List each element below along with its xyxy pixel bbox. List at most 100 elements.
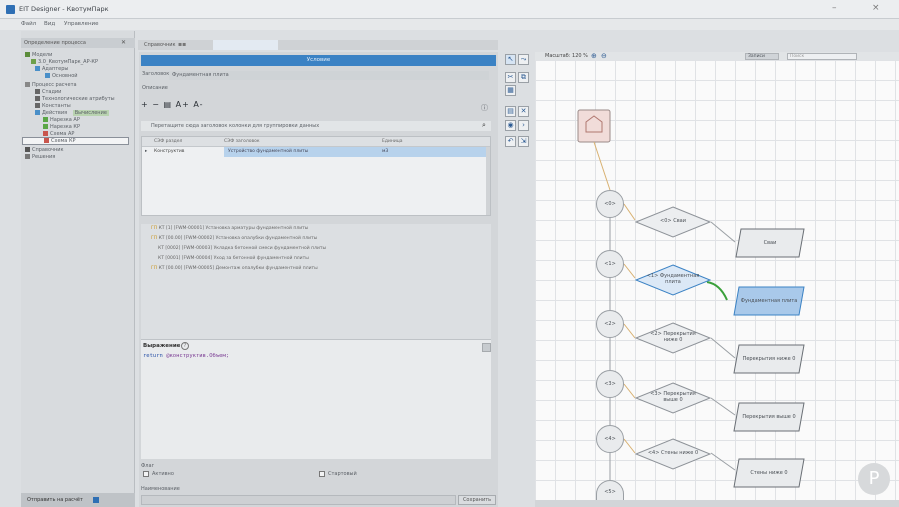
adapter-icon	[45, 73, 50, 78]
cut-tool-icon[interactable]: ✂	[505, 72, 516, 83]
column-header[interactable]: СЭФ заголовок	[224, 139, 260, 144]
floating-action-button[interactable]: P	[858, 463, 890, 495]
connect-tool-icon[interactable]: ⤳	[518, 54, 529, 65]
branch-node[interactable]: <4>	[596, 425, 624, 453]
code-line[interactable]: return @конструктив.Объем;	[143, 353, 229, 359]
rule-icon	[43, 124, 48, 129]
table-cell: Конструктив	[154, 149, 185, 154]
tree-item[interactable]: Основной	[45, 73, 78, 79]
tree-item-selected[interactable]: Схема КР	[22, 137, 129, 145]
diagram-canvas[interactable]: <0> <1> <2> <3> <4> <5> <0> Сваи <1> Фун…	[535, 60, 899, 507]
tree-item[interactable]: Действия Вычисление	[35, 110, 109, 116]
list-item[interactable]: КТ [0002] [FWM-00003] Укладка бетонной с…	[158, 246, 326, 251]
table-cell-selected: Устройство фундаментной плиты м3	[224, 147, 486, 157]
list-item[interactable]: ГП КТ [00.00] [FWM-00005] Демонтаж опалу…	[151, 266, 318, 271]
menu-bar: Файл Вид Управление	[0, 19, 899, 30]
decision-connectors	[623, 203, 636, 454]
tree-item[interactable]: Модели	[25, 52, 52, 58]
app-logo-icon	[6, 5, 15, 14]
menu-manage[interactable]: Управление	[64, 21, 99, 27]
tree-item[interactable]: Константы	[35, 103, 71, 109]
tree-item[interactable]: Решения	[25, 154, 55, 160]
tab-close-icon[interactable]: ▪▪	[178, 41, 186, 48]
menu-view[interactable]: Вид	[44, 21, 55, 27]
decision-node-selected[interactable]: <1> Фундаментная плита	[634, 264, 712, 296]
layout-tool-icon[interactable]: ▤	[505, 106, 516, 117]
tab-bar: Справочник ▪▪	[138, 40, 498, 50]
horizontal-scrollbar[interactable]	[535, 500, 899, 507]
info-icon[interactable]: ⓘ	[481, 103, 488, 113]
minimize-icon[interactable]: –	[832, 3, 837, 13]
flow-diagram	[577, 109, 736, 480]
undo-tool-icon[interactable]: ↶	[505, 136, 516, 147]
calc-icon[interactable]	[93, 497, 99, 503]
list-item[interactable]: ГП КТ [1] [FWM-00001] Установка арматуры…	[151, 226, 308, 231]
branch-node[interactable]: <1>	[596, 250, 624, 278]
result-node[interactable]: Стены ниже 0	[733, 458, 805, 488]
table-row[interactable]: ▸ Конструктив Устройство фундаментной пл…	[142, 147, 490, 157]
title-field[interactable]: Фундаментная плита	[169, 71, 489, 80]
tree-item[interactable]: Нарезка АР	[43, 117, 80, 123]
pointer-tool-icon[interactable]: ↖	[505, 54, 516, 65]
grid-tool-icon[interactable]: ▦	[505, 85, 516, 96]
decision-node[interactable]: <0> Сваи	[634, 206, 712, 238]
vertical-scrollbar[interactable]	[486, 147, 490, 215]
zoom-in-icon[interactable]: ⊕	[591, 52, 597, 60]
branch-node[interactable]: <2>	[596, 310, 624, 338]
search-select[interactable]: Поиск	[787, 53, 857, 60]
bottom-form: Флаг Активно Стартовый Наименование Сохр…	[141, 459, 496, 507]
tree-item[interactable]: Технологические атрибуты	[35, 96, 115, 102]
tree-item[interactable]: 3.0_КвотумПарк_АР-КР	[31, 59, 98, 65]
branch-node[interactable]: <3>	[596, 370, 624, 398]
result-node-selected[interactable]: Фундаментная плита	[733, 286, 805, 316]
expand-button[interactable]	[482, 343, 491, 352]
decision-node[interactable]: <4> Стены ниже 0	[634, 438, 712, 470]
expression-editor[interactable]: Выражение ? return @конструктив.Объем;	[141, 339, 491, 459]
list-item[interactable]: ГП КТ [00.00] [FWM-00002] Установка опал…	[151, 236, 317, 241]
result-node[interactable]: Перекрытия ниже 0	[733, 344, 805, 374]
view-tool-icon[interactable]: ◉	[505, 120, 516, 131]
menu-file[interactable]: Файл	[21, 21, 36, 27]
pin-icon[interactable]: ✕	[121, 39, 126, 46]
tree-item[interactable]: Стадии	[35, 89, 61, 95]
branch-node[interactable]: <5>	[596, 480, 624, 502]
send-to-calc-button[interactable]: Отправить на расчёт	[27, 497, 83, 503]
search-icon[interactable]: ⌕	[482, 121, 486, 130]
group-drop-area[interactable]: Перетащите сюда заголовок колонки для гр…	[141, 121, 491, 131]
decision-node[interactable]: <2> Перекрытия ниже 0	[634, 322, 712, 354]
grid-toolbar[interactable]: + − ▤ A+ A-	[141, 100, 204, 112]
save-button[interactable]: Сохранить	[458, 495, 496, 505]
start-checkbox[interactable]	[319, 471, 325, 477]
close-icon[interactable]: ×	[872, 3, 880, 13]
copy-tool-icon[interactable]: ⧉	[518, 72, 529, 83]
result-connectors	[710, 221, 736, 471]
flags-label: Флаг	[141, 463, 155, 469]
help-icon[interactable]: ?	[181, 342, 189, 350]
decision-node[interactable]: <3> Перекрытия выше 0	[634, 382, 712, 414]
result-node[interactable]: Сваи	[735, 228, 805, 258]
tab-inactive[interactable]	[213, 40, 278, 50]
active-checkbox[interactable]	[143, 471, 149, 477]
export-tool-icon[interactable]: ⇲	[518, 136, 529, 147]
column-header[interactable]: СЭФ раздел	[154, 139, 182, 144]
zoom-out-icon[interactable]: ⊖	[601, 52, 607, 60]
branch-node[interactable]: <0>	[596, 190, 624, 218]
title-bar: EIT Designer - КвотумПарк – ×	[0, 0, 899, 19]
scheme-icon	[44, 138, 49, 143]
column-header[interactable]: Единица	[382, 139, 403, 144]
result-node[interactable]: Перекрытия выше 0	[733, 402, 805, 432]
tree-item[interactable]: Нарезка КР	[43, 124, 80, 130]
records-select[interactable]: Записи	[745, 53, 779, 60]
tree-item[interactable]: Справочник	[25, 147, 64, 153]
delete-tool-icon[interactable]: ✕	[518, 106, 529, 117]
rule-icon	[43, 117, 48, 122]
tab-directory[interactable]: Справочник	[144, 42, 176, 48]
list-item[interactable]: КТ [0001] [FWM-00004] Уход за бетонной ф…	[158, 256, 309, 261]
start-node[interactable]	[577, 109, 611, 143]
tree-item[interactable]: Процесс расчета	[25, 82, 77, 88]
grid-header: СЭФ раздел СЭФ заголовок Единица	[142, 137, 490, 147]
next-tool-icon[interactable]: ›	[518, 120, 529, 131]
name-input[interactable]	[141, 495, 456, 505]
tree-item[interactable]: Адаптеры	[35, 66, 68, 72]
constant-icon	[35, 103, 40, 108]
